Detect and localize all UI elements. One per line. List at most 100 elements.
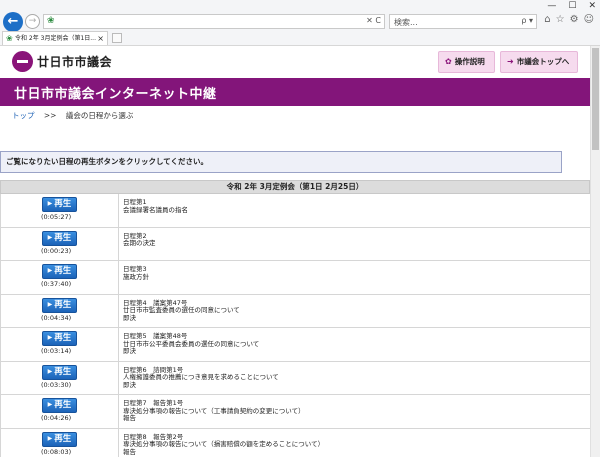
play-button-label: 再生 (54, 199, 72, 209)
play-button-label: 再生 (54, 232, 72, 243)
tab-close-icon[interactable]: × (97, 32, 104, 45)
toolbar-icons: ⌂ ☆ ⚙ ☺ (544, 14, 594, 25)
instruction-notice: ご覧になりたい日程の再生ボタンをクリックしてください。 (0, 151, 562, 173)
play-button-label: 再生 (54, 366, 72, 377)
search-placeholder: 検索... (394, 18, 418, 27)
home-icon[interactable]: ⌂ (544, 14, 550, 25)
agenda-line: 廿日市市公平委員会委員の選任の同意について (123, 339, 260, 348)
agenda-line: 会期の決定 (123, 239, 156, 248)
site-logo[interactable]: 廿日市市議会 (12, 51, 112, 72)
smiley-icon[interactable]: ☺ (584, 14, 594, 25)
agenda-row: ▶ 再生 (0:08:03) 日程第8 報告第2号 専決処分事項の報告について（損害賠償… (0, 428, 590, 457)
help-button[interactable]: ✿ 操作説明 (438, 51, 495, 73)
agenda-row: ▶ 再生 (0:03:14) 日程第5 議案第48号 廿日市市公平委員会委員の選任の同意… (0, 328, 590, 362)
agenda-line: 廿日市市監査委員の選任の同意について (123, 306, 240, 315)
duration-text: (0:04:34) (41, 313, 72, 322)
agenda-row: ▶ 再生 (0:00:23) 日程第2 会期の決定 (0, 227, 590, 261)
duration-text: (0:03:14) (41, 347, 72, 355)
breadcrumb-separator: >> (43, 111, 57, 120)
duration-text: (0:37:40) (41, 280, 72, 288)
arrow-right-icon: → (28, 16, 37, 26)
play-button-label: 再生 (54, 299, 72, 310)
agenda-line: 施政方針 (123, 272, 149, 281)
play-icon: ▶ (47, 401, 53, 408)
agenda-row: ▶ 再生 (0:04:34) 日程第4 議案第47号 廿日市市監査委員の選任の同意につい… (0, 294, 590, 328)
close-icon[interactable]: ✕ (588, 1, 596, 11)
address-controls[interactable]: ✕ C (366, 16, 381, 25)
page-content: 廿日市市議会 ✿ 操作説明 ➜ 市議会トップへ 廿日市市議会インターネット中継 トッ… (0, 46, 590, 457)
play-button-label: 再生 (54, 333, 72, 343)
banner-title: 廿日市市議会インターネット中継 (14, 87, 217, 102)
agenda-text: 日程第3 施政方針 (123, 265, 149, 281)
tab-title: 令和 2年 3月定例会（第1日... (15, 35, 96, 42)
agenda-text: 日程第1 会議録署名議員の指名 (123, 198, 188, 214)
agenda-text: 日程第4 議案第47号 廿日市市監査委員の選任の同意について 即決 (123, 299, 240, 323)
duration-text: (0:08:03) (41, 447, 72, 456)
agenda-text: 日程第7 報告第1号 専決処分事項の報告について（工事請負契約の変更について） 報告 (123, 399, 305, 423)
gear-icon: ✿ (445, 57, 452, 66)
duration-text: (0:05:27) (41, 213, 72, 221)
maximize-icon[interactable]: ☐ (568, 1, 576, 11)
play-button[interactable]: ▶ 再生 (42, 364, 77, 380)
tab-favicon-icon: ❀ (6, 34, 13, 43)
play-button[interactable]: ▶ 再生 (42, 331, 77, 346)
search-icon[interactable]: ρ ▾ (521, 16, 533, 25)
breadcrumb-current: 議会の日程から選ぶ (65, 111, 134, 120)
play-cell: ▶ 再生 (0:04:34) (1, 294, 119, 327)
play-icon: ▶ (47, 367, 53, 375)
play-button[interactable]: ▶ 再生 (42, 264, 77, 279)
play-icon: ▶ (47, 434, 53, 442)
city-emblem-icon (12, 51, 33, 72)
play-icon: ▶ (47, 334, 53, 341)
agenda-row: ▶ 再生 (0:04:26) 日程第7 報告第1号 専決処分事項の報告について（工事請負… (0, 395, 590, 429)
session-heading: 令和 2年 3月定例会（第1日 2月25日） (0, 180, 590, 194)
breadcrumb-home-link[interactable]: トップ (12, 111, 35, 120)
agenda-text: 日程第5 議案第48号 廿日市市公平委員会委員の選任の同意について 即決 (123, 332, 260, 356)
vertical-scrollbar[interactable] (590, 46, 600, 457)
agenda-line: 専決処分事項の報告について（工事請負契約の変更について） (123, 406, 305, 415)
play-button[interactable]: ▶ 再生 (42, 431, 77, 447)
minimize-icon[interactable]: — (547, 1, 556, 11)
agenda-line: 報告 (123, 447, 136, 456)
window-controls: — ☐ ✕ (547, 1, 596, 11)
browser-chrome: — ☐ ✕ ← → ❀ ✕ C 検索... ρ ▾ ⌂ ☆ ⚙ ☺ ❀ 令和 2… (0, 0, 600, 46)
back-button[interactable]: ← (3, 12, 23, 32)
play-button[interactable]: ▶ 再生 (42, 297, 77, 313)
duration-text: (0:00:23) (41, 246, 72, 255)
new-tab-button[interactable] (112, 33, 122, 43)
play-button-label: 再生 (54, 266, 72, 276)
play-cell: ▶ 再生 (0:03:30) (1, 361, 119, 394)
agenda-row: ▶ 再生 (0:37:40) 日程第3 施政方針 (0, 261, 590, 295)
browser-tab[interactable]: ❀ 令和 2年 3月定例会（第1日... × (2, 31, 108, 45)
play-icon: ▶ (47, 233, 53, 241)
favorites-icon[interactable]: ☆ (556, 14, 565, 25)
play-button[interactable]: ▶ 再生 (42, 398, 77, 413)
agenda-row: ▶ 再生 (0:05:27) 日程第1 会議録署名議員の指名 (0, 194, 590, 228)
duration-text: (0:03:30) (41, 380, 72, 389)
arrow-left-icon: ← (7, 14, 19, 29)
scrollbar-thumb[interactable] (592, 48, 599, 150)
play-icon: ▶ (47, 267, 53, 274)
duration-text: (0:04:26) (41, 414, 72, 422)
forward-button[interactable]: → (25, 14, 40, 29)
council-top-button[interactable]: ➜ 市議会トップへ (500, 51, 578, 73)
search-box[interactable]: 検索... ρ ▾ (389, 14, 537, 29)
agenda-line: 即決 (123, 313, 136, 322)
address-bar[interactable]: ❀ ✕ C (43, 14, 385, 29)
play-cell: ▶ 再生 (0:08:03) (1, 428, 119, 457)
agenda-line: 会議録署名議員の指名 (123, 205, 188, 214)
site-name: 廿日市市議会 (37, 55, 113, 69)
play-cell: ▶ 再生 (0:03:14) (1, 328, 119, 361)
agenda-text: 日程第6 諮問第1号 人権擁護委員の推薦につき意見を求めることについて 即決 (123, 366, 279, 390)
help-button-label: 操作説明 (454, 57, 485, 66)
council-top-button-label: 市議会トップへ (516, 57, 570, 66)
gear-icon[interactable]: ⚙ (570, 14, 579, 25)
agenda-list: ▶ 再生 (0:05:27) 日程第1 会議録署名議員の指名 ▶ 再生 (0:00:23) 日程… (0, 194, 590, 457)
play-cell: ▶ 再生 (0:37:40) (1, 261, 119, 294)
agenda-line: 報告 (123, 414, 136, 423)
arrow-right-circle-icon: ➜ (507, 57, 514, 66)
play-button[interactable]: ▶ 再生 (42, 197, 77, 212)
play-button[interactable]: ▶ 再生 (42, 230, 77, 246)
play-button-label: 再生 (54, 433, 72, 444)
site-header: 廿日市市議会 ✿ 操作説明 ➜ 市議会トップへ (0, 46, 590, 78)
